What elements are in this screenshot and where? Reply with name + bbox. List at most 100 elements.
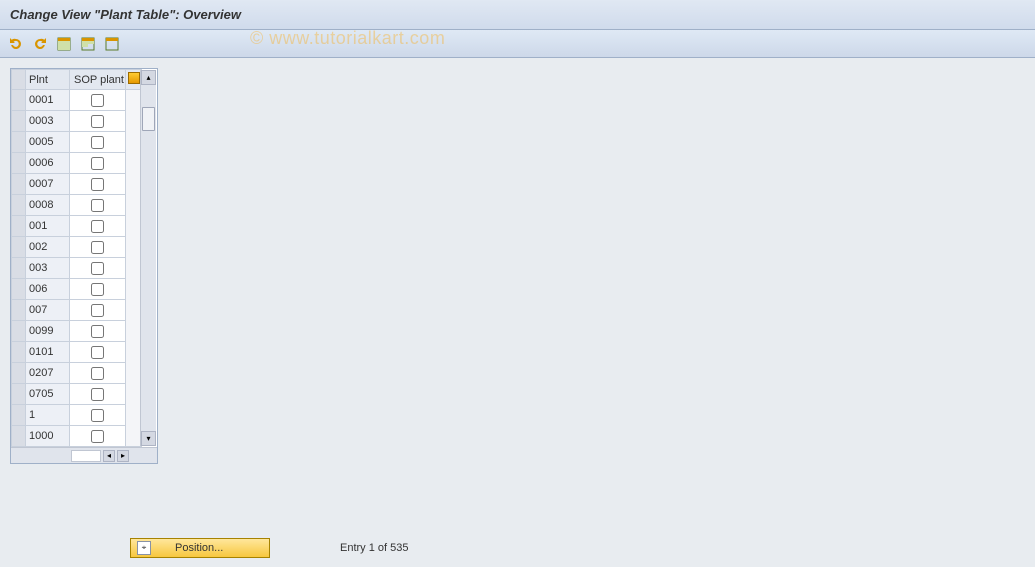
sop-checkbox[interactable]: [91, 304, 104, 317]
sop-checkbox[interactable]: [91, 115, 104, 128]
cell-plnt[interactable]: 006: [26, 279, 70, 300]
hscroll-track[interactable]: [71, 450, 101, 462]
sop-checkbox[interactable]: [91, 178, 104, 191]
sop-checkbox[interactable]: [91, 283, 104, 296]
cell-sop: [70, 90, 126, 111]
table-settings-icon[interactable]: [128, 72, 140, 84]
sop-checkbox[interactable]: [91, 199, 104, 212]
cell-plnt[interactable]: 0005: [26, 132, 70, 153]
cell-plnt[interactable]: 0008: [26, 195, 70, 216]
cell-sop: [70, 195, 126, 216]
col-header-sop[interactable]: SOP plant: [70, 70, 126, 90]
table-row: 0005: [12, 132, 142, 153]
sop-checkbox[interactable]: [91, 388, 104, 401]
cell-plnt[interactable]: 1: [26, 405, 70, 426]
sop-checkbox[interactable]: [91, 157, 104, 170]
row-select[interactable]: [12, 153, 26, 174]
sop-checkbox[interactable]: [91, 136, 104, 149]
hscroll: ◂ ▸: [11, 447, 157, 463]
vscroll-down-icon[interactable]: ▾: [141, 431, 156, 446]
cell-sop: [70, 321, 126, 342]
row-select[interactable]: [12, 426, 26, 447]
hscroll-right-icon[interactable]: ▸: [117, 450, 129, 462]
cell-plnt[interactable]: 0007: [26, 174, 70, 195]
position-button[interactable]: ⌖ Position...: [130, 538, 270, 558]
sop-checkbox[interactable]: [91, 367, 104, 380]
sop-checkbox[interactable]: [91, 220, 104, 233]
sop-checkbox[interactable]: [91, 262, 104, 275]
table-row: 0705: [12, 384, 142, 405]
table-row: 1000: [12, 426, 142, 447]
sop-checkbox[interactable]: [91, 409, 104, 422]
row-select[interactable]: [12, 342, 26, 363]
row-select[interactable]: [12, 258, 26, 279]
sop-checkbox[interactable]: [91, 94, 104, 107]
row-select[interactable]: [12, 237, 26, 258]
row-select[interactable]: [12, 384, 26, 405]
position-label: Position...: [175, 542, 223, 554]
cell-plnt[interactable]: 0705: [26, 384, 70, 405]
cell-plnt[interactable]: 0207: [26, 363, 70, 384]
undo-icon[interactable]: [6, 34, 26, 54]
cell-plnt[interactable]: 001: [26, 216, 70, 237]
cell-plnt[interactable]: 0001: [26, 90, 70, 111]
sop-checkbox[interactable]: [91, 430, 104, 443]
cell-plnt[interactable]: 007: [26, 300, 70, 321]
row-select[interactable]: [12, 174, 26, 195]
cell-plnt[interactable]: 0101: [26, 342, 70, 363]
table-row: 0099: [12, 321, 142, 342]
sop-checkbox[interactable]: [91, 346, 104, 359]
row-select[interactable]: [12, 111, 26, 132]
cell-sop: [70, 132, 126, 153]
row-select[interactable]: [12, 300, 26, 321]
deselect-all-icon[interactable]: [102, 34, 122, 54]
vscroll-track[interactable]: [141, 85, 156, 431]
table-row: 007: [12, 300, 142, 321]
cell-sop: [70, 300, 126, 321]
table-row: 0006: [12, 153, 142, 174]
cell-plnt[interactable]: 0099: [26, 321, 70, 342]
content-area: Plnt SOP plant 0001000300050006000700080…: [0, 58, 1035, 474]
cell-sop: [70, 153, 126, 174]
row-select[interactable]: [12, 216, 26, 237]
row-select[interactable]: [12, 363, 26, 384]
row-select[interactable]: [12, 405, 26, 426]
table-row: 001: [12, 216, 142, 237]
row-select[interactable]: [12, 90, 26, 111]
col-header-select[interactable]: [12, 70, 26, 90]
table-row: 0101: [12, 342, 142, 363]
cell-sop: [70, 111, 126, 132]
vscroll-up-icon[interactable]: ▴: [141, 70, 156, 85]
row-select[interactable]: [12, 321, 26, 342]
cell-sop: [70, 363, 126, 384]
cell-plnt[interactable]: 0006: [26, 153, 70, 174]
col-header-plnt[interactable]: Plnt: [26, 70, 70, 90]
select-block-icon[interactable]: [78, 34, 98, 54]
table-row: 0001: [12, 90, 142, 111]
entry-count: Entry 1 of 535: [340, 542, 409, 554]
sop-checkbox[interactable]: [91, 325, 104, 338]
table-row: 006: [12, 279, 142, 300]
table-row: 0003: [12, 111, 142, 132]
cell-plnt[interactable]: 1000: [26, 426, 70, 447]
cell-sop: [70, 279, 126, 300]
cell-plnt[interactable]: 003: [26, 258, 70, 279]
table-row: 002: [12, 237, 142, 258]
row-select[interactable]: [12, 279, 26, 300]
cell-plnt[interactable]: 002: [26, 237, 70, 258]
cell-sop: [70, 237, 126, 258]
title-bar: Change View "Plant Table": Overview: [0, 0, 1035, 30]
select-all-icon[interactable]: [54, 34, 74, 54]
position-icon: ⌖: [137, 541, 151, 555]
cell-sop: [70, 258, 126, 279]
row-select[interactable]: [12, 195, 26, 216]
table-row: 0207: [12, 363, 142, 384]
table-row: 0008: [12, 195, 142, 216]
hscroll-left-icon[interactable]: ◂: [103, 450, 115, 462]
vscroll-thumb[interactable]: [142, 107, 155, 131]
watermark: © www.tutorialkart.com: [250, 28, 445, 49]
cell-plnt[interactable]: 0003: [26, 111, 70, 132]
redo-icon[interactable]: [30, 34, 50, 54]
row-select[interactable]: [12, 132, 26, 153]
sop-checkbox[interactable]: [91, 241, 104, 254]
